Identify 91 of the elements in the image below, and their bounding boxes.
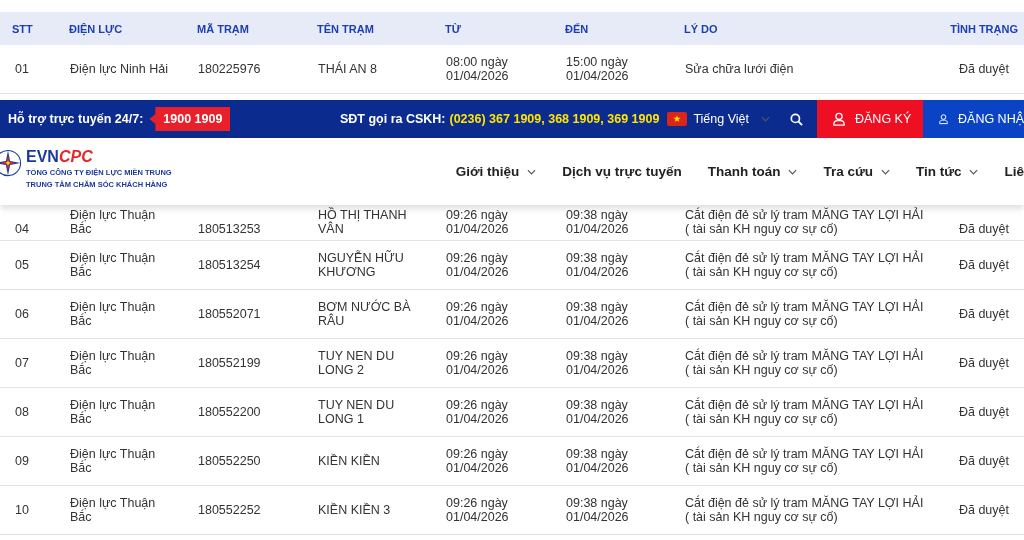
table-cell-text: 180225976 <box>197 62 261 76</box>
table-cell-text: 180552250 <box>197 454 261 468</box>
table-cell-text: 09:26 ngày 01/04/2026 <box>445 300 509 328</box>
table-cell-text: Cắt điện đẻ sử lý tram MĂNG TAY LỢI HẢI ( tài sản KH nguy cơ sự cố) <box>684 496 924 524</box>
table-cell-text: Đã duyệt <box>957 356 1010 370</box>
table-cell-text: Cắt điện đẻ sử lý tram MĂNG TAY LỢI HẢI ( tài sản KH nguy cơ sự cố) <box>684 208 924 238</box>
table-cell-text: Cắt điện đẻ sử lý tram MĂNG TAY LỢI HẢI ( tài sản KH nguy cơ sự cố) <box>684 447 924 475</box>
table-cell-text: 09:26 ngày 01/04/2026 <box>445 208 509 238</box>
table-cell-text: Đã duyệt <box>957 454 1010 468</box>
table-cell-text: 07 <box>14 356 29 370</box>
table-cell-text: Đã duyệt <box>957 503 1010 517</box>
logo-wordmark: EVNCPC <box>26 146 94 167</box>
table-cell-text: 180513254 <box>197 258 261 272</box>
nav-link[interactable]: Tin tức <box>915 164 979 179</box>
table-cell-text: Điện lực Thuận Bắc <box>69 349 156 377</box>
column-header: MÃ TRẠM <box>196 22 250 35</box>
column-header: TỪ <box>444 22 462 35</box>
table-cell-text: Điện lực Thuận Bắc <box>69 447 156 475</box>
user-icon <box>833 112 845 126</box>
cskh-numbers: (0236) 367 1909, 368 1909, 369 1909 <box>449 112 660 126</box>
table-cell-text: 08:00 ngày 01/04/2026 <box>445 55 509 83</box>
table-cell-text: 09:38 ngày 01/04/2026 <box>565 208 629 238</box>
table-cell-text: Cắt điện đẻ sử lý tram MĂNG TAY LỢI HẢI ( tài sản KH nguy cơ sự cố) <box>684 251 924 279</box>
table-cell-text: TUY NEN DU LONG 2 <box>317 349 395 377</box>
hotline-badge[interactable]: 1900 1909 <box>149 107 231 131</box>
register-button[interactable]: ĐĂNG KÝ <box>817 100 923 138</box>
table-cell-text: Cắt điện đẻ sử lý tram MĂNG TAY LỢI HẢI ( tài sản KH nguy cơ sự cố) <box>684 349 924 377</box>
table-cell-text: Cắt điện đẻ sử lý tram MĂNG TAY LỢI HẢI ( tài sản KH nguy cơ sự cố) <box>684 300 924 328</box>
column-header: ĐIỆN LỰC <box>68 22 124 35</box>
language-selector[interactable]: Tiếng Việt <box>667 112 770 126</box>
table-cell-text: 09:38 ngày 01/04/2026 <box>565 300 629 328</box>
table-cell-text: KIỀN KIỀN 3 <box>317 503 391 517</box>
table-cell-text: 08 <box>14 405 29 419</box>
table-cell-text: Đã duyệt <box>957 62 1010 76</box>
table-cell-text: 01 <box>14 62 29 76</box>
nav-link[interactable]: Thanh toán <box>707 164 798 179</box>
nav-link[interactable]: Liê <box>1004 164 1024 179</box>
support-label: Hỗ trợ trực tuyến 24/7: <box>8 112 144 126</box>
column-header: STT <box>11 22 34 35</box>
table-cell-text: 10 <box>14 503 29 517</box>
table-cell-text: 09 <box>14 454 29 468</box>
table-cell-text: Đã duyệt <box>957 405 1010 419</box>
table-cell-text: Sửa chữa lưới điện <box>684 62 794 76</box>
table-cell-text: 09:26 ngày 01/04/2026 <box>445 251 509 279</box>
cskh-label: SĐT gọi ra CSKH: <box>339 112 446 126</box>
table-cell-text: Điện lực Thuận Bắc <box>69 398 156 426</box>
table-cell-text: 15:00 ngày 01/04/2026 <box>565 55 629 83</box>
table-cell-text: KIỀN KIỀN <box>317 454 380 468</box>
table-cell-text: 04 <box>14 222 29 238</box>
table-cell-text: BƠM NƯỚC BÀ RÂU <box>317 300 411 328</box>
table-cell-text: 180513253 <box>197 222 261 238</box>
table-cell-text: Điện lực Thuận Bắc <box>69 208 156 238</box>
table-cell-text: Điện lực Ninh Hải <box>69 62 168 76</box>
column-header: TÊN TRẠM <box>316 22 375 35</box>
nav-link[interactable]: Dịch vụ trực tuyến <box>562 164 682 179</box>
table-cell-text: HỒ THỊ THANH VÂN <box>317 208 407 238</box>
table-cell-text: 180552199 <box>197 356 261 370</box>
table-cell-text: 09:38 ngày 01/04/2026 <box>565 447 629 475</box>
table-cell-text: 09:38 ngày 01/04/2026 <box>565 398 629 426</box>
table-cell-text: Điện lực Thuận Bắc <box>69 496 156 524</box>
table-cell-text: 09:26 ngày 01/04/2026 <box>445 398 509 426</box>
table-cell-text: 09:26 ngày 01/04/2026 <box>445 349 509 377</box>
column-header: TÌNH TRẠNG <box>949 22 1019 35</box>
nav-link[interactable]: Tra cứu <box>823 164 890 179</box>
table-cell-text: 180552200 <box>197 405 261 419</box>
table-cell-text: TUY NEN DU LONG 1 <box>317 398 395 426</box>
nav-link[interactable]: Giới thiệu <box>455 164 537 179</box>
login-button[interactable]: ĐĂNG NHẬ <box>923 100 1024 138</box>
table-cell-text: 180552252 <box>197 503 261 517</box>
table-cell-text: 180552071 <box>197 307 261 321</box>
table-cell-text: 09:26 ngày 01/04/2026 <box>445 447 509 475</box>
user-icon <box>939 112 948 126</box>
table-cell-text: 09:38 ngày 01/04/2026 <box>565 349 629 377</box>
chevron-down-icon <box>761 116 770 122</box>
table-cell-text: 06 <box>14 307 29 321</box>
table-cell-text: THÁI AN 8 <box>317 62 378 76</box>
table-cell-text: 05 <box>14 258 29 272</box>
table-cell-text: 09:38 ngày 01/04/2026 <box>565 496 629 524</box>
table-cell-text: Đã duyệt <box>957 258 1010 272</box>
search-icon[interactable] <box>790 112 803 126</box>
flag-icon <box>667 112 688 126</box>
column-header: LÝ DO <box>683 22 719 35</box>
column-header: ĐẾN <box>564 22 590 35</box>
table-cell-text: Điện lực Thuận Bắc <box>69 251 156 279</box>
table-cell-text: Điện lực Thuận Bắc <box>69 300 156 328</box>
table-cell-text: 09:38 ngày 01/04/2026 <box>565 251 629 279</box>
table-cell-text: Đã duyệt <box>957 307 1010 321</box>
table-cell-text: 09:26 ngày 01/04/2026 <box>445 496 509 524</box>
table-cell-text: Đã duyệt <box>957 222 1010 238</box>
table-cell-text: NGUYỄN HỮU KHƯƠNG <box>317 251 404 279</box>
table-cell-text: Cắt điện đẻ sử lý tram MĂNG TAY LỢI HẢI ( tài sản KH nguy cơ sự cố) <box>684 398 924 426</box>
